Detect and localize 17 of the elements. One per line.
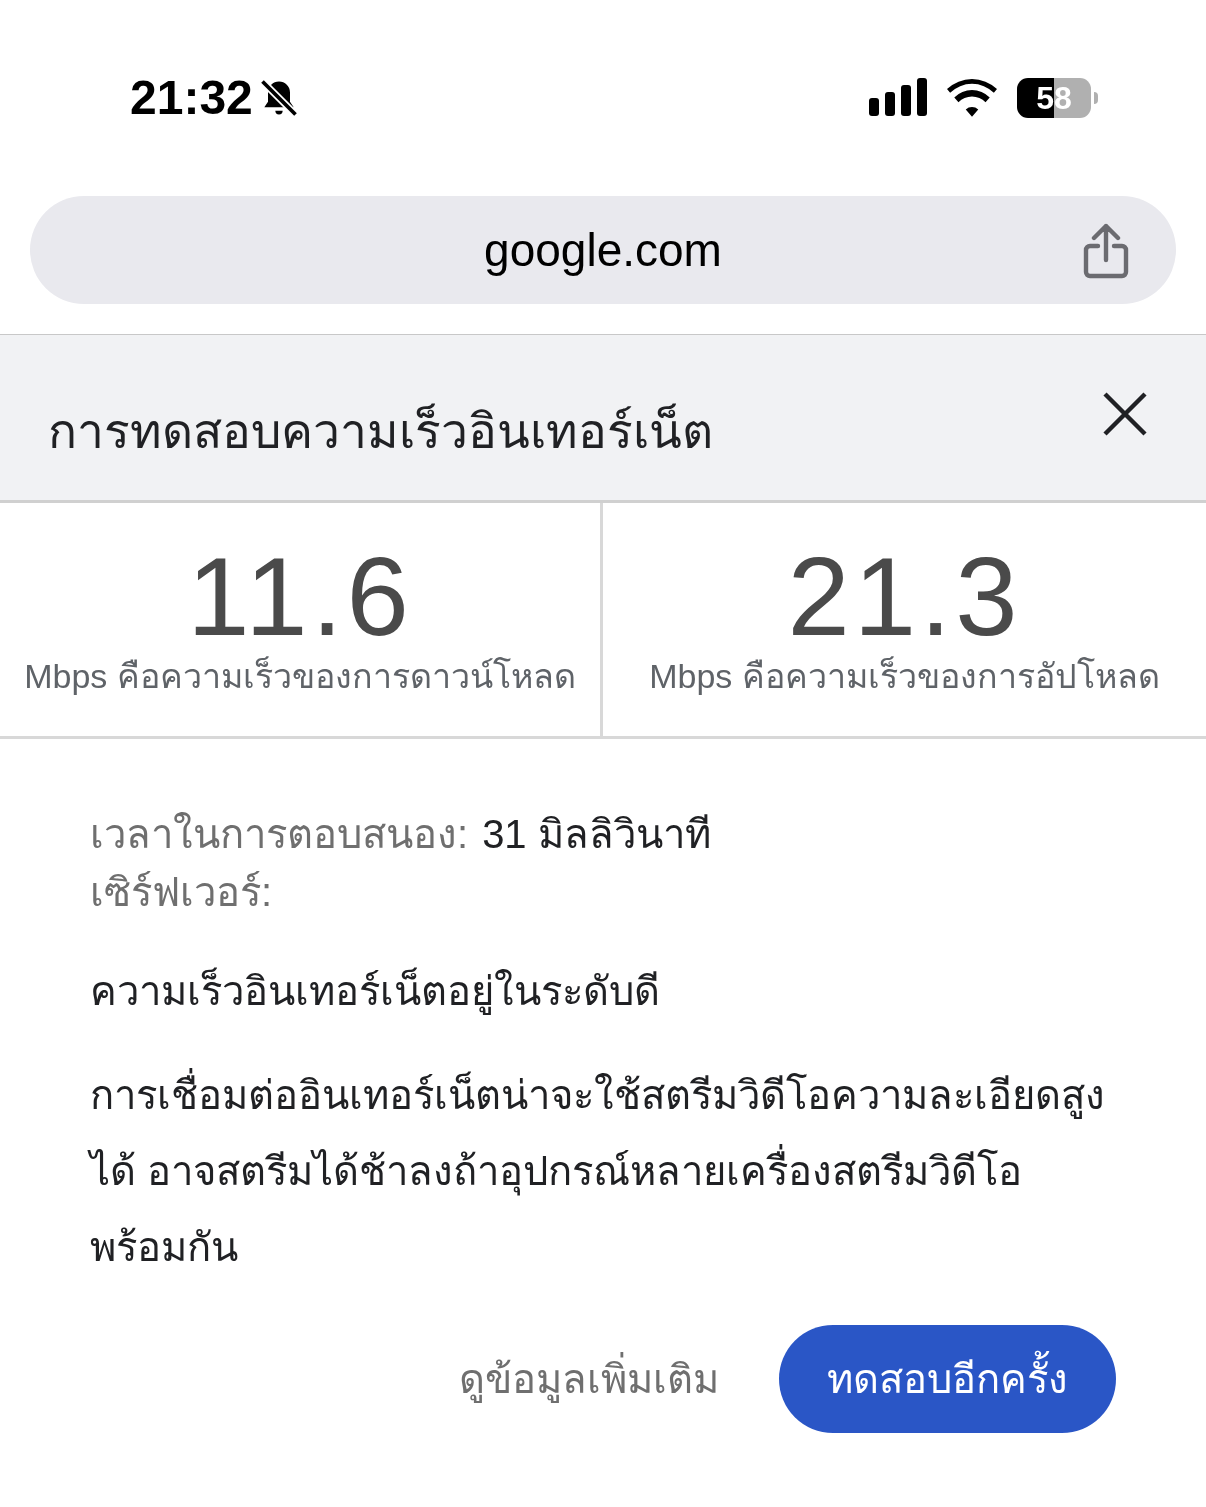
- detail-value: 31 มิลลิวินาที: [482, 811, 711, 858]
- verdict-text: ความเร็วอินเทอร์เน็ตอยู่ในระดับดี: [90, 966, 661, 1017]
- signal-icon: [869, 78, 927, 118]
- url-text: google.com: [484, 222, 722, 278]
- address-bar[interactable]: google.com: [30, 196, 1176, 304]
- clock: 21:32: [130, 70, 253, 126]
- more-info-link[interactable]: ดูข้อมูลเพิ่มเติม: [459, 1349, 719, 1409]
- speed-value: 21.3: [787, 547, 1022, 647]
- speed-caption: Mbps คือความเร็วของการอัปโหลด: [649, 655, 1160, 697]
- detail-label: เวลาในการตอบสนอง:: [90, 811, 469, 858]
- speed-caption: Mbps คือความเร็วของการดาวน์โหลด: [24, 655, 576, 697]
- detail-label: เซิร์ฟเวอร์:: [90, 869, 273, 916]
- battery-icon: 58: [1017, 78, 1091, 118]
- wifi-icon: [947, 79, 997, 117]
- speed-value: 11.6: [187, 547, 413, 647]
- card-title: การทดสอบความเร็วอินเทอร์เน็ต: [48, 402, 713, 460]
- retest-button[interactable]: ทดสอบอีกครั้ง: [779, 1325, 1116, 1433]
